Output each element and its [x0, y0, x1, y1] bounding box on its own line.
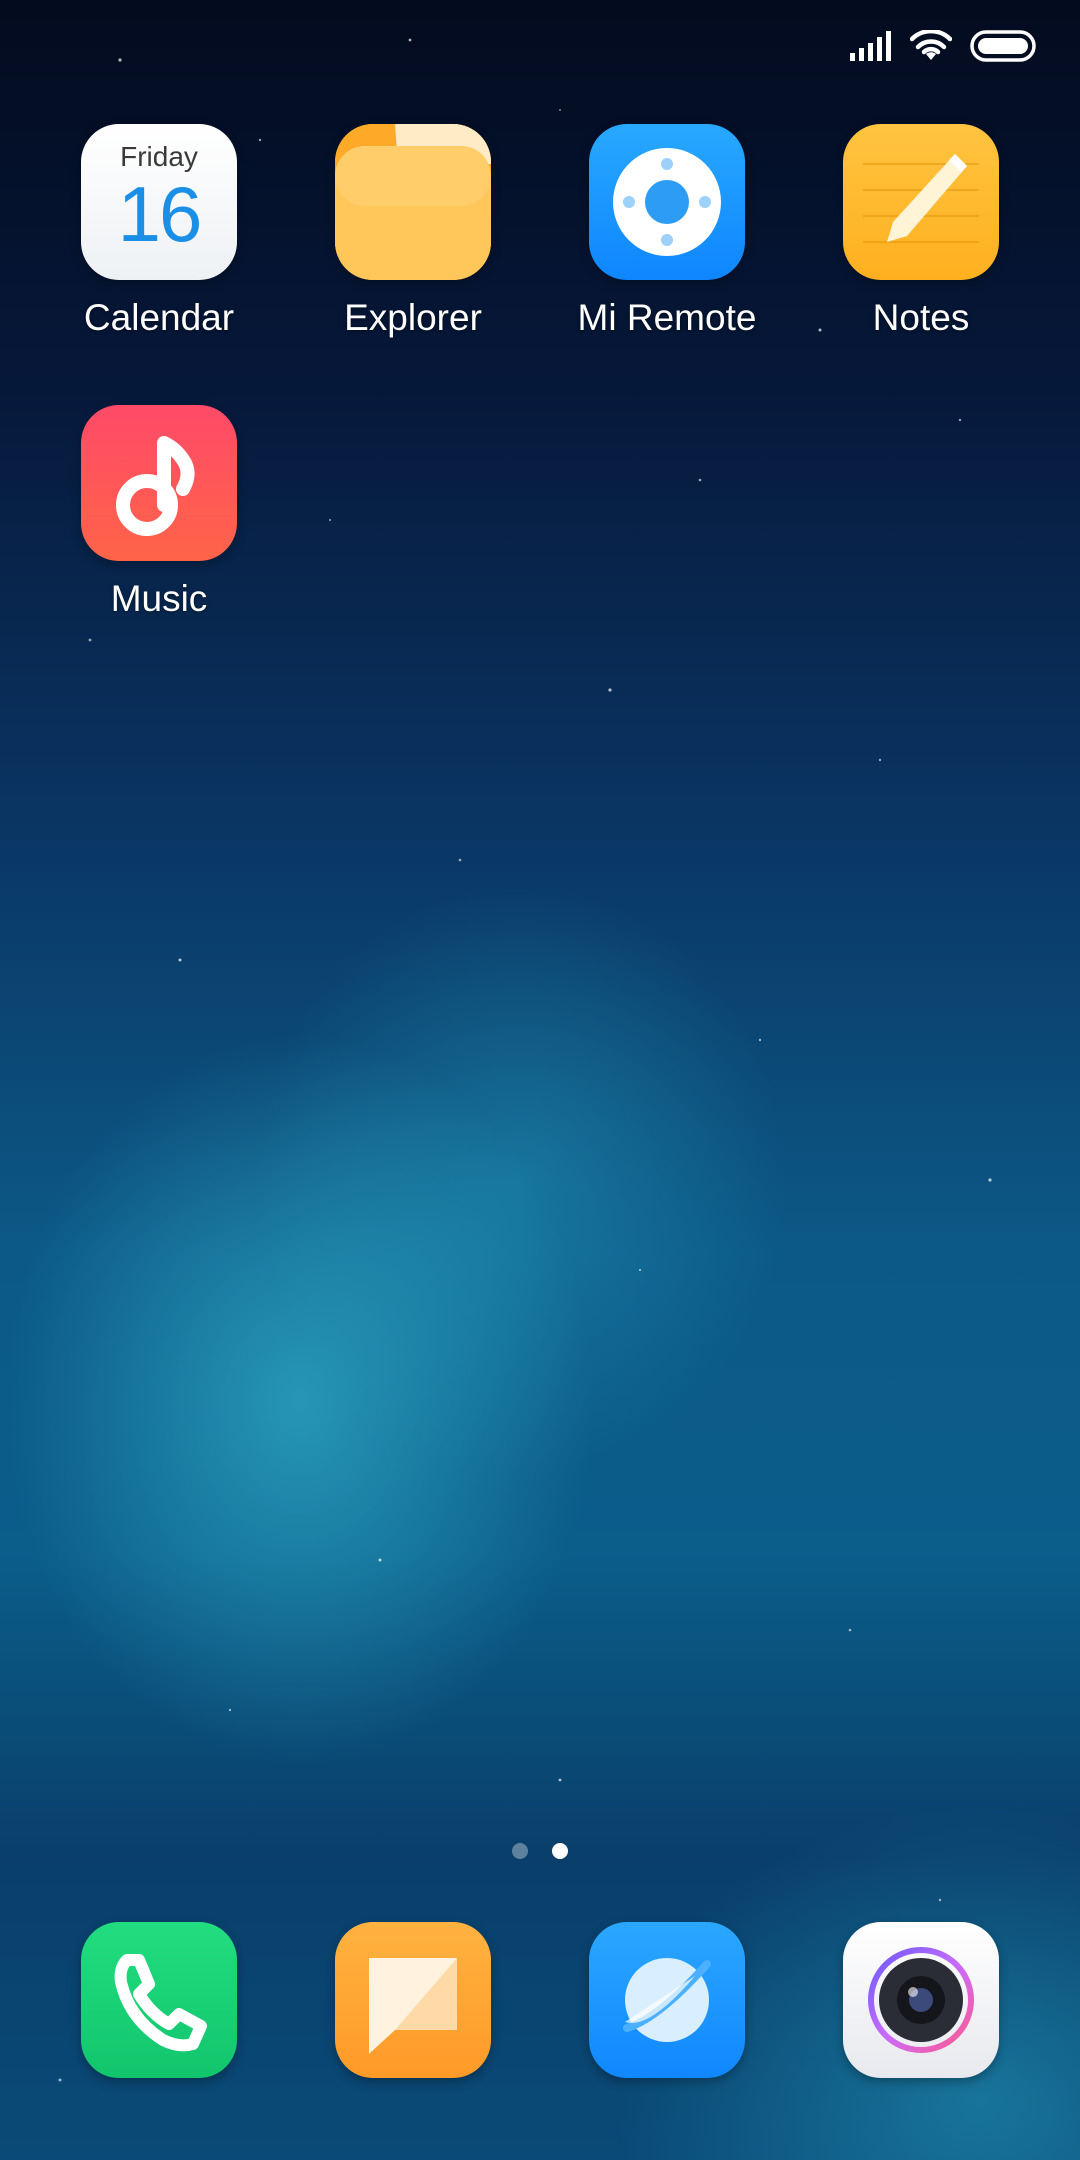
- dock-browser[interactable]: [589, 1922, 745, 2078]
- signal-icon: [850, 31, 891, 61]
- calendar-icon: Friday 16: [81, 124, 237, 280]
- folder-icon: [335, 124, 491, 280]
- app-music[interactable]: Music: [44, 405, 274, 621]
- music-note-icon: [81, 405, 237, 561]
- camera-icon: [868, 1947, 974, 2053]
- page-dot-active[interactable]: [552, 1843, 568, 1859]
- app-calendar[interactable]: Friday 16 Calendar: [44, 124, 274, 340]
- app-label: Notes: [872, 297, 970, 338]
- battery-icon: [970, 30, 1036, 62]
- phone-icon: [114, 1954, 207, 2052]
- app-notes[interactable]: Notes: [806, 124, 1036, 340]
- app-explorer[interactable]: Explorer: [298, 124, 528, 340]
- notes-icon: [843, 124, 999, 280]
- page-dot[interactable]: [512, 1843, 528, 1859]
- app-label: Music: [110, 578, 208, 619]
- dock-phone[interactable]: [81, 1922, 237, 2078]
- browser-icon: [623, 1958, 711, 2042]
- app-mi-remote[interactable]: Mi Remote: [552, 124, 782, 340]
- dock-camera[interactable]: [843, 1922, 999, 2078]
- wifi-icon: [910, 30, 952, 60]
- dock-messages[interactable]: [335, 1922, 491, 2078]
- calendar-day: Friday: [120, 141, 198, 172]
- page-indicator[interactable]: [0, 1843, 1080, 1859]
- app-label: Explorer: [344, 297, 482, 338]
- status-bar: [850, 26, 1036, 66]
- app-label: Mi Remote: [577, 297, 757, 338]
- app-label: Calendar: [83, 297, 235, 338]
- messages-icon: [369, 1958, 457, 2054]
- remote-icon: [589, 124, 745, 280]
- calendar-date: 16: [117, 170, 203, 258]
